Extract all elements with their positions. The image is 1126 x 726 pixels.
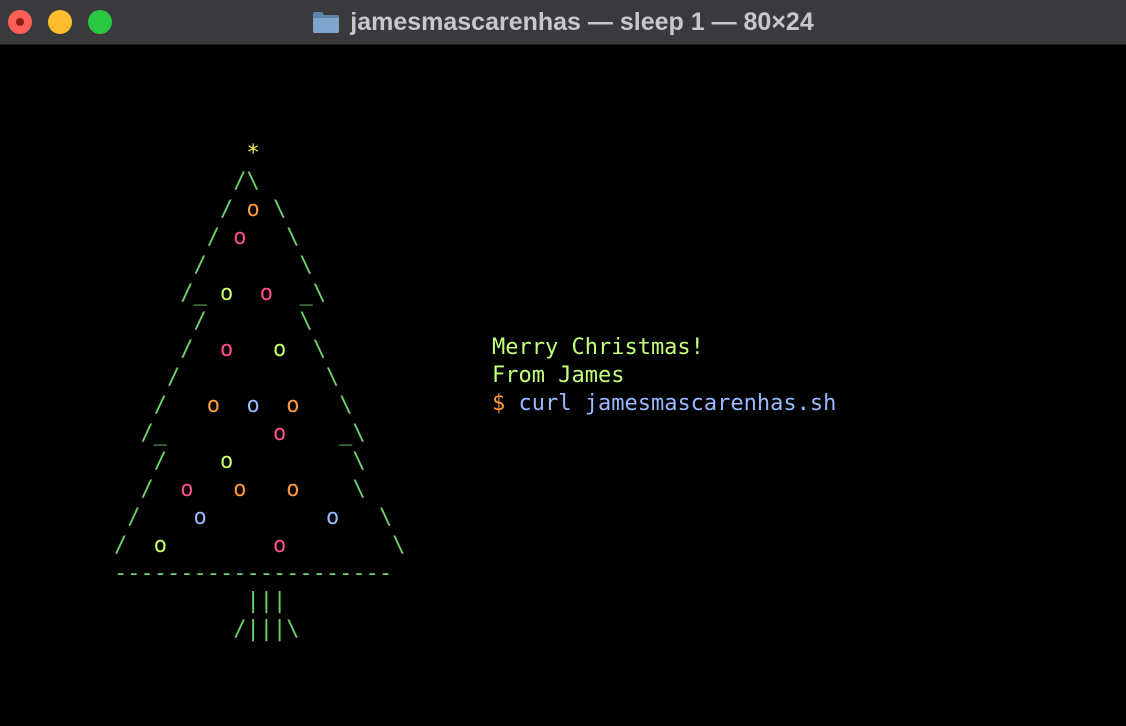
tree-row: / o o o \: [114, 393, 353, 418]
star-icon: *: [246, 141, 260, 166]
tree-trunk-top: |||: [246, 589, 287, 614]
terminal-window: jamesmascarenhas — sleep 1 — 80×24 * /\ …: [0, 0, 1126, 726]
tree-ground: ---------------------: [114, 561, 393, 586]
tree-row: / \: [114, 309, 313, 334]
tree-row: / o o \: [114, 533, 406, 558]
terminal-content[interactable]: * /\ / o \ / o \ / \ /_ o o _\ / \ / o o…: [0, 45, 1126, 726]
tree-row-star: *: [114, 140, 260, 168]
tree-row: / \: [114, 365, 340, 390]
tree-row: / o \: [114, 197, 287, 222]
prompt-symbol: $: [492, 391, 506, 416]
command-text: curl jamesmascarenhas.sh: [518, 391, 837, 416]
tree-row: / o \: [114, 225, 300, 250]
tree-row: / o o \: [114, 337, 326, 362]
tree-row: / \: [114, 253, 313, 278]
tree-trunk-base: /|||\: [233, 617, 300, 642]
tree-row: / o o \: [114, 505, 393, 530]
tree-row: / o \: [114, 449, 366, 474]
title-area: jamesmascarenhas — sleep 1 — 80×24: [0, 0, 1126, 44]
window-title: jamesmascarenhas — sleep 1 — 80×24: [350, 7, 814, 36]
message-line-1: Merry Christmas!: [492, 335, 704, 360]
tree-row: /_ o o _\: [114, 281, 326, 306]
tree-row: / o o o \: [114, 477, 366, 502]
title-bar[interactable]: jamesmascarenhas — sleep 1 — 80×24: [0, 0, 1126, 45]
tree-row: /_ o _\: [114, 421, 366, 446]
folder-icon: [312, 10, 340, 34]
prompt-line: $ curl jamesmascarenhas.sh: [492, 390, 836, 418]
message-line-2: From James: [492, 363, 625, 388]
tree-row: /\: [114, 169, 260, 194]
